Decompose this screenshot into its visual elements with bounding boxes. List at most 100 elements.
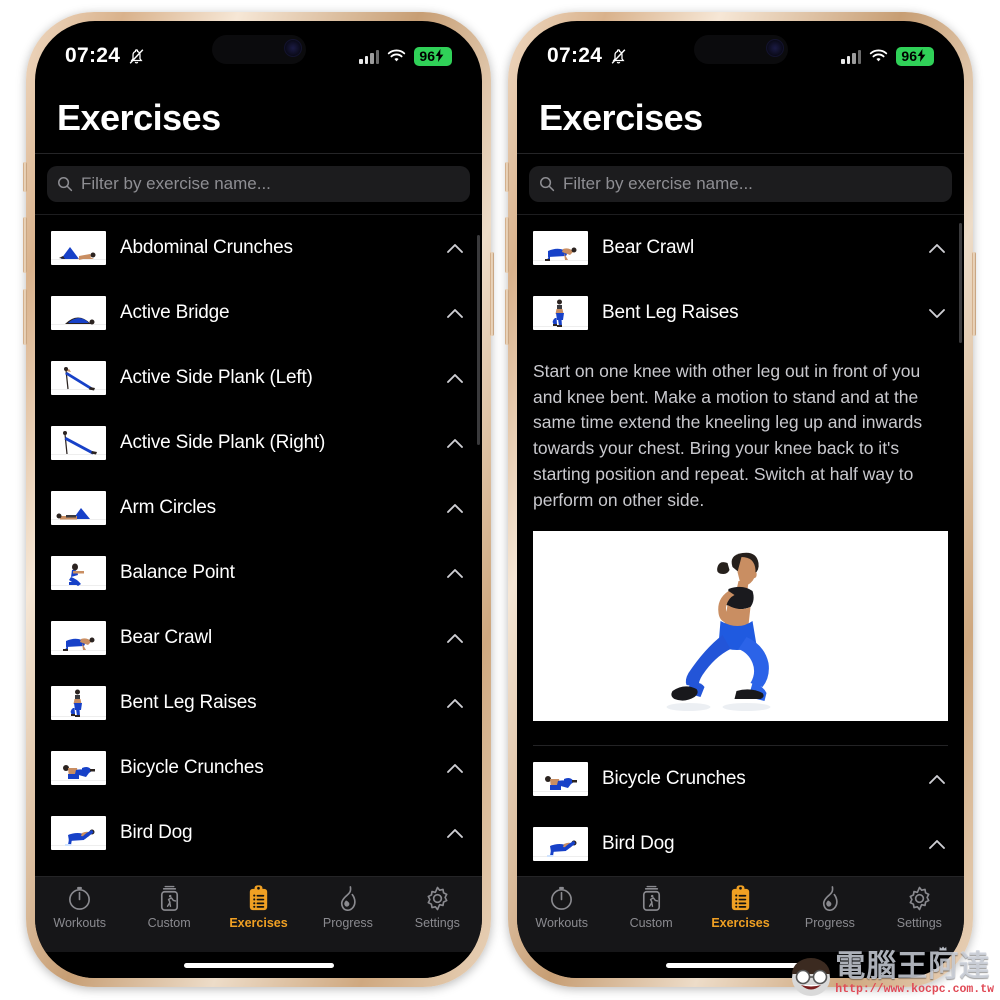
screen-right: 07:24 96 Exercises Filter by exercise na… [517,21,964,978]
home-indicator-bar-right [517,952,964,978]
exercise-row[interactable]: Active Side Plank (Left) [35,345,482,410]
exercise-list-right[interactable]: Bear Crawl Bent Leg Raises Start on one … [517,215,964,876]
chevron-up-icon[interactable] [444,562,466,584]
tab-label: Custom [147,916,191,930]
search-placeholder: Filter by exercise name... [81,174,271,193]
gear-icon [909,886,930,911]
exercise-row[interactable]: Active Bridge [35,280,482,345]
exercise-description: Start on one knee with other leg out in … [533,361,923,510]
mute-switch-right[interactable] [505,162,509,192]
battery-cap [446,52,448,59]
exercise-row[interactable]: Bent Leg Raises [517,280,964,345]
face-id-sensor [283,39,302,57]
chevron-up-icon[interactable] [444,302,466,324]
exercise-list-left[interactable]: Abdominal Crunches Active Bridge Active … [35,215,482,876]
chevron-up-icon [447,828,463,838]
battery-percent-right: 96 [901,47,917,64]
chevron-up-icon[interactable] [926,768,948,790]
chevron-up-icon[interactable] [926,833,948,855]
tab-exercises[interactable]: Exercises [696,885,785,930]
search-input[interactable]: Filter by exercise name... [47,166,470,202]
exercise-row[interactable]: Bird Dog [517,811,964,876]
chevron-up-icon [929,839,945,849]
exercise-thumbnail [51,425,106,460]
tab-custom[interactable]: Custom [124,885,213,930]
search-input[interactable]: Filter by exercise name... [529,166,952,202]
exercise-name: Balance Point [120,561,235,583]
exercise-name: Active Bridge [120,301,230,323]
chevron-up-icon [447,568,463,578]
flame-icon [823,886,839,912]
tab-label: Exercises [711,916,770,930]
tab-exercises[interactable]: Exercises [214,885,303,930]
tab-label: Workouts [535,916,588,930]
exercise-name: Active Side Plank (Left) [120,366,313,388]
cellular-bars-icon [359,49,380,64]
tab-progress[interactable]: Progress [303,885,392,930]
tab-custom[interactable]: Custom [606,885,695,930]
exercise-thumbnail [51,230,106,265]
exercise-row[interactable]: Balance Point [35,540,482,605]
exercise-name: Bicycle Crunches [602,767,746,789]
search-icon [58,177,73,192]
volume-up-button[interactable] [23,217,27,273]
volume-down-button[interactable] [23,289,27,345]
scroll-indicator[interactable] [959,223,962,343]
status-bar-left: 07:24 96 [35,21,482,77]
volume-down-button-right[interactable] [505,289,509,345]
tab-settings[interactable]: Settings [875,885,964,930]
flame-icon [341,886,357,912]
mute-switch[interactable] [23,162,27,192]
chevron-up-icon[interactable] [444,822,466,844]
exercise-thumbnail [533,295,588,330]
tab-bar-left[interactable]: Workouts Custom Exercises Progress Setti… [35,876,482,952]
chevron-up-icon[interactable] [444,497,466,519]
clipboard-list-icon [249,885,268,911]
exercise-name: Arm Circles [120,496,216,518]
tab-bar-right[interactable]: Workouts Custom Exercises Progress Setti… [517,876,964,952]
exercise-row[interactable]: Active Side Plank (Right) [35,410,482,475]
home-indicator[interactable] [665,962,816,968]
chevron-up-icon[interactable] [444,692,466,714]
exercise-row[interactable]: Arm Circles [35,475,482,540]
home-indicator-bar-left [35,952,482,978]
chevron-up-icon [447,763,463,773]
stopwatch-icon [551,886,573,910]
status-icons: 96 [359,46,452,66]
exercise-row[interactable]: Abdominal Crunches [35,215,482,280]
search-container-right: Filter by exercise name... [517,154,964,214]
tab-label: Custom [629,916,673,930]
tab-progress[interactable]: Progress [785,885,874,930]
chevron-up-icon[interactable] [926,237,948,259]
chevron-up-icon[interactable] [444,432,466,454]
chevron-up-icon [929,243,945,253]
status-time: 07:24 [65,44,121,67]
chevron-up-icon[interactable] [444,627,466,649]
exercise-row[interactable]: Bear Crawl [35,605,482,670]
exercise-row[interactable]: Bird Dog [35,800,482,865]
chevron-up-icon[interactable] [444,757,466,779]
tab-settings[interactable]: Settings [393,885,482,930]
exercise-name: Bird Dog [120,821,193,843]
power-button-right[interactable] [972,252,976,336]
tab-workouts[interactable]: Workouts [35,885,124,930]
phone-right: 07:24 96 Exercises Filter by exercise na… [505,12,976,987]
scroll-indicator[interactable] [477,235,480,445]
power-button[interactable] [490,252,494,336]
battery-cap-right [928,52,930,59]
exercise-row[interactable]: Bear Crawl [517,215,964,280]
volume-up-button-right[interactable] [505,217,509,273]
exercise-row[interactable]: Bent Leg Raises [35,670,482,735]
home-indicator[interactable] [183,962,334,968]
chevron-down-icon [929,308,945,318]
page-title: Exercises [57,97,221,138]
exercise-row[interactable]: Bicycle Crunches [517,746,964,811]
chevron-up-icon[interactable] [444,367,466,389]
tab-workouts[interactable]: Workouts [517,885,606,930]
status-time-group: 07:24 [65,44,146,68]
chevron-down-icon[interactable] [926,302,948,324]
exercise-row[interactable]: Bicycle Crunches [35,735,482,800]
chevron-up-icon [447,373,463,383]
chevron-up-icon [447,698,463,708]
chevron-up-icon[interactable] [444,237,466,259]
